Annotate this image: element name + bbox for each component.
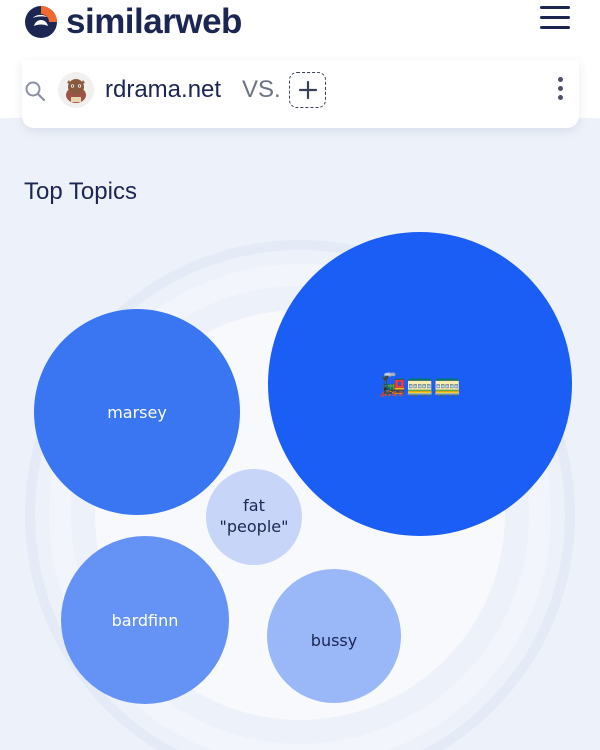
search-icon[interactable] [24, 80, 46, 102]
site-name[interactable]: rdrama.net [105, 76, 221, 104]
brand-logo[interactable]: similarweb [24, 2, 242, 42]
vs-label: VS. [242, 76, 281, 103]
brand-name: similarweb [66, 2, 242, 41]
topic-bubble-label: bardfinn [112, 611, 179, 630]
similarweb-logo-icon [25, 6, 57, 38]
add-competitor-button[interactable] [289, 72, 326, 108]
topic-bubble-label: marsey [107, 403, 167, 422]
section-title: Top Topics [24, 178, 137, 205]
bubbles-group: 🚂🚃🚃marseybardfinnbussyfat "people" [34, 232, 572, 704]
topic-bubble-label: 🚂🚃🚃 [379, 372, 461, 398]
marsey-favicon-icon [66, 79, 86, 103]
top-header: similarweb [0, 0, 600, 60]
hamburger-menu-icon[interactable] [540, 6, 570, 32]
plus-icon [298, 80, 317, 100]
topic-bubble-label: bussy [311, 631, 357, 650]
bubble-chart-svg: 🚂🚃🚃marseybardfinnbussyfat "people" [25, 232, 575, 750]
kebab-menu-icon[interactable] [551, 77, 569, 103]
top-topics-bubble-chart: 🚂🚃🚃 marsey bardfinn bussy fat "people" [0, 215, 600, 750]
site-favicon [58, 72, 94, 108]
page: similarweb rdrama.net VS. Top Topics 🚂🚃🚃… [0, 0, 600, 750]
